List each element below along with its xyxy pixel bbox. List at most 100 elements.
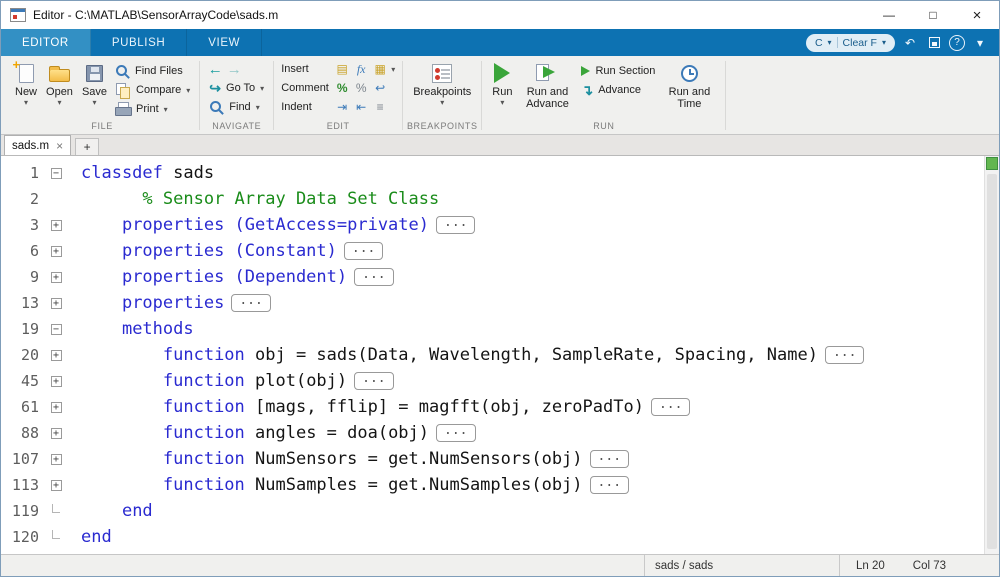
keyword-text: properties (GetAccess=private): [122, 215, 429, 235]
code-line-text[interactable]: function NumSamples = get.NumSamples(obj…: [69, 472, 629, 498]
toolstrip-tab-view[interactable]: VIEW: [187, 29, 262, 56]
expand-fold-icon[interactable]: +: [51, 272, 62, 283]
code-editor[interactable]: 1−classdef sads2 % Sensor Array Data Set…: [1, 156, 999, 554]
run-section-button[interactable]: Run Section: [579, 62, 657, 80]
undo-icon[interactable]: ↶: [901, 34, 919, 52]
save-button[interactable]: Save ▾: [79, 60, 110, 106]
code-line-text[interactable]: function [mags, fflip] = magfft(obj, zer…: [69, 394, 690, 420]
quick-access-search[interactable]: C ▾ Clear F ▾: [806, 34, 895, 52]
chevron-down-icon: ▾: [186, 86, 190, 95]
print-button[interactable]: Print ▾: [113, 100, 192, 118]
code-line-text[interactable]: end: [69, 498, 153, 524]
run-and-time-button[interactable]: Run and Time: [660, 60, 718, 110]
open-button[interactable]: Open ▾: [43, 60, 76, 106]
collapsed-code-button[interactable]: ...: [344, 242, 383, 260]
uncomment-icon[interactable]: %: [353, 80, 369, 96]
code-text-segment: [81, 449, 163, 469]
keyword-text: properties: [122, 293, 224, 313]
code-line-text[interactable]: properties...: [69, 290, 271, 316]
go-to-button[interactable]: ↪ Go To ▾: [207, 79, 266, 97]
collapsed-code-button[interactable]: ...: [825, 346, 864, 364]
keyword-text: properties (Dependent): [122, 267, 347, 287]
keyword-text: function: [163, 449, 245, 469]
new-document-tab-button[interactable]: +: [75, 138, 99, 155]
save-icon[interactable]: [925, 34, 943, 52]
code-line-text[interactable]: methods: [69, 316, 194, 342]
expand-fold-icon[interactable]: +: [51, 350, 62, 361]
breakpoints-button[interactable]: Breakpoints ▾: [410, 60, 474, 106]
compare-icon: [115, 83, 131, 98]
expand-fold-icon[interactable]: +: [51, 454, 62, 465]
code-line-text[interactable]: function angles = doa(obj)...: [69, 420, 476, 446]
expand-fold-icon[interactable]: +: [51, 220, 62, 231]
toolstrip-tab-publish[interactable]: PUBLISH: [91, 29, 187, 56]
indent-right-icon[interactable]: ⇥: [334, 99, 350, 115]
ribbon: + New ▾ Open ▾ Save ▾ Find F: [1, 56, 999, 135]
toolstrip-tab-editor[interactable]: EDITOR: [1, 29, 91, 56]
code-line-text[interactable]: properties (GetAccess=private)...: [69, 212, 475, 238]
collapsed-code-button[interactable]: ...: [231, 294, 270, 312]
line-number: 6: [1, 238, 43, 264]
expand-fold-icon[interactable]: +: [51, 376, 62, 387]
document-tab-sads[interactable]: sads.m ×: [4, 135, 71, 155]
code-line-text[interactable]: function obj = sads(Data, Wavelength, Sa…: [69, 342, 864, 368]
close-tab-icon[interactable]: ×: [56, 141, 63, 151]
help-icon[interactable]: ?: [949, 35, 965, 51]
collapsed-code-button[interactable]: ...: [354, 372, 393, 390]
code-text-segment: [81, 189, 142, 209]
code-text-segment: [81, 319, 122, 339]
fold-column: +: [43, 472, 69, 498]
code-line-text[interactable]: function plot(obj)...: [69, 368, 394, 394]
collapse-fold-icon[interactable]: −: [51, 168, 62, 179]
code-line-text[interactable]: function NumSensors = get.NumSensors(obj…: [69, 446, 629, 472]
scrollbar-thumb[interactable]: [987, 174, 997, 549]
collapsed-code-button[interactable]: ...: [651, 398, 690, 416]
minimize-button[interactable]: —: [867, 1, 911, 29]
qa-clear-label: Clear F: [843, 37, 877, 49]
section-break-icon[interactable]: ▤: [334, 61, 350, 77]
code-line-text[interactable]: properties (Dependent)...: [69, 264, 394, 290]
floppy-icon: [929, 37, 940, 48]
expand-fold-icon[interactable]: +: [51, 402, 62, 413]
code-area[interactable]: 1−classdef sads2 % Sensor Array Data Set…: [1, 156, 984, 554]
find-files-button[interactable]: Find Files: [113, 62, 192, 80]
wrap-comments-icon[interactable]: ↩: [372, 80, 388, 96]
find-button[interactable]: Find ▾: [207, 98, 261, 116]
back-arrow-icon[interactable]: ←: [207, 61, 223, 77]
code-line-text[interactable]: % Sensor Array Data Set Class: [69, 186, 439, 212]
collapsed-code-button[interactable]: ...: [436, 216, 475, 234]
go-to-label: Go To: [226, 82, 255, 94]
forward-arrow-icon[interactable]: →: [226, 61, 242, 77]
code-line-6: 6 + properties (Constant)...: [1, 238, 984, 264]
expand-fold-icon[interactable]: +: [51, 246, 62, 257]
code-analyzer-indicator[interactable]: [986, 157, 998, 170]
vertical-scrollbar[interactable]: [984, 156, 999, 554]
smart-indent-icon[interactable]: ≡: [372, 99, 388, 115]
indent-left-icon[interactable]: ⇤: [353, 99, 369, 115]
advance-button[interactable]: ↴ Advance: [579, 81, 657, 99]
code-line-text[interactable]: properties (Constant)...: [69, 238, 383, 264]
code-line-3: 3+ properties (GetAccess=private)...: [1, 212, 984, 238]
code-line-text[interactable]: classdef sads: [69, 160, 214, 186]
run-button[interactable]: Run ▾: [489, 60, 515, 106]
new-button[interactable]: + New ▾: [12, 60, 40, 106]
close-button[interactable]: ×: [955, 1, 999, 29]
insert-function-icon[interactable]: fx: [353, 61, 369, 77]
collapsed-code-button[interactable]: ...: [354, 268, 393, 286]
compare-button[interactable]: Compare ▾: [113, 81, 192, 99]
expand-fold-icon[interactable]: +: [51, 480, 62, 491]
collapse-fold-icon[interactable]: −: [51, 324, 62, 335]
code-line-text[interactable]: end: [69, 524, 112, 550]
save-file-icon: [86, 61, 103, 85]
open-button-label: Open: [46, 86, 73, 98]
expand-fold-icon[interactable]: +: [51, 298, 62, 309]
quick-access-menu-icon[interactable]: ▾: [971, 34, 989, 52]
collapsed-code-button[interactable]: ...: [590, 450, 629, 468]
run-and-advance-button[interactable]: Run and Advance: [518, 60, 576, 110]
expand-fold-icon[interactable]: +: [51, 428, 62, 439]
collapsed-code-button[interactable]: ...: [436, 424, 475, 442]
maximize-button[interactable]: □: [911, 1, 955, 29]
insert-menu-icon[interactable]: ▦: [372, 61, 388, 77]
collapsed-code-button[interactable]: ...: [590, 476, 629, 494]
comment-icon[interactable]: %: [334, 80, 350, 96]
